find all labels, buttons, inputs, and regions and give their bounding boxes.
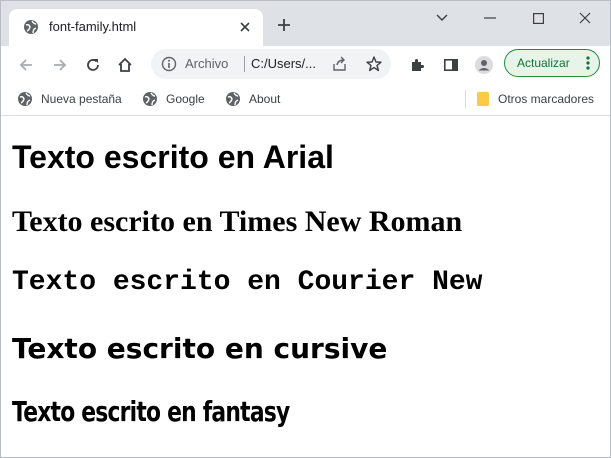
text-courier-new: Texto escrito en Courier New [12, 267, 483, 298]
toolbar: Archivo C:/Users/... Actualizar [1, 46, 610, 83]
bookmark-star-icon[interactable] [365, 55, 383, 73]
bookmark-google[interactable]: Google [142, 90, 205, 108]
other-bookmarks-folder[interactable]: Otros marcadores [476, 90, 594, 108]
new-tab-icon[interactable] [273, 14, 295, 36]
address-bar[interactable]: Archivo C:/Users/... [151, 49, 391, 79]
side-panel-icon[interactable] [441, 55, 461, 75]
globe-icon [23, 19, 39, 35]
tab-font-family[interactable]: font-family.html [9, 9, 263, 46]
bookmark-label: Nueva pestaña [41, 92, 122, 106]
forward-arrow-icon[interactable] [47, 52, 73, 78]
more-options-icon[interactable] [585, 55, 591, 71]
minimize-icon[interactable] [467, 1, 513, 35]
update-button-label: Actualizar [517, 56, 570, 70]
reload-icon[interactable] [80, 52, 106, 78]
bookmark-label: Google [166, 92, 205, 106]
globe-icon [143, 92, 157, 106]
url-text[interactable]: C:/Users/... [251, 56, 316, 71]
bookmarks-separator [465, 90, 466, 108]
text-cursive: Texto escrito en cursive [12, 332, 388, 365]
bookmark-label: About [249, 92, 281, 106]
globe-icon [226, 92, 240, 106]
share-icon[interactable] [331, 55, 349, 73]
update-button[interactable]: Actualizar [504, 49, 600, 77]
other-bookmarks-label: Otros marcadores [498, 92, 595, 106]
browser-window: font-family.html Archivo C:/Users/... Ac… [0, 0, 611, 458]
page-content: Texto escrito en Arial Texto escrito en … [1, 116, 610, 457]
profile-avatar-icon[interactable] [474, 55, 494, 75]
text-arial: Texto escrito en Arial [12, 139, 334, 175]
tab-title: font-family.html [49, 19, 137, 34]
close-window-icon[interactable] [562, 1, 608, 35]
close-tab-icon[interactable] [235, 17, 255, 37]
omnibox-separator [244, 56, 245, 72]
file-origin-label: Archivo [185, 56, 229, 71]
folder-icon [477, 92, 489, 106]
text-times-new-roman: Texto escrito en Times New Roman [12, 205, 463, 238]
back-arrow-icon[interactable] [13, 52, 39, 78]
home-icon[interactable] [112, 52, 138, 78]
tab-strip: font-family.html [1, 1, 610, 46]
text-fantasy: Texto escrito en fantasy [12, 395, 290, 428]
globe-icon [18, 92, 32, 106]
extensions-icon[interactable] [407, 55, 427, 75]
bookmarks-bar: Nueva pestaña Google About Otros marcado… [1, 83, 610, 116]
info-icon[interactable] [161, 56, 177, 72]
bookmark-nueva-pestana[interactable]: Nueva pestaña [17, 90, 122, 108]
tab-search-icon[interactable] [419, 1, 465, 35]
maximize-icon[interactable] [515, 1, 561, 35]
bookmark-about[interactable]: About [225, 90, 280, 108]
